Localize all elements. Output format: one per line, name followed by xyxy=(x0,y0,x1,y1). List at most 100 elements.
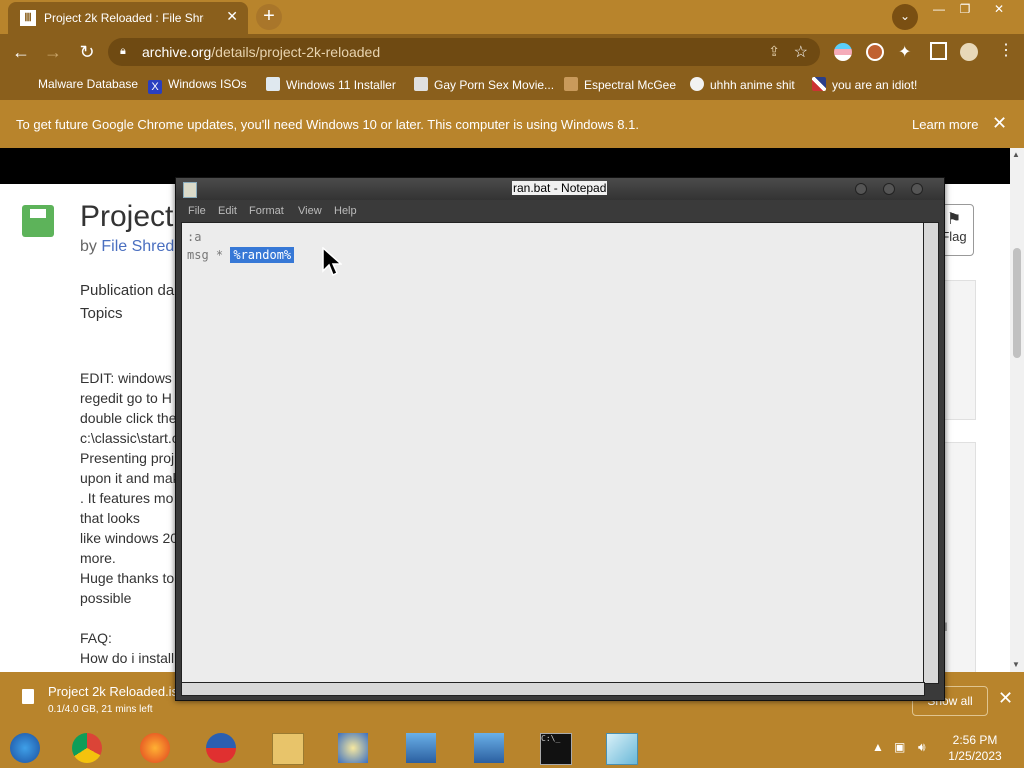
infobar-close-icon[interactable]: ✕ xyxy=(992,113,1007,134)
notepad-maximize-button[interactable] xyxy=(883,183,895,195)
body-line: How do i install xyxy=(80,650,175,666)
body-line: regedit go to H xyxy=(80,390,172,406)
faq-heading: FAQ: xyxy=(80,630,112,646)
archive-favicon-icon: Ⅲ xyxy=(20,10,36,26)
notepad-minimize-button[interactable] xyxy=(855,183,867,195)
bookmarks-bar: Malware Database X Windows ISOs Windows 1… xyxy=(0,70,1024,100)
notepad-icon xyxy=(183,182,197,198)
body-line: . It features mo xyxy=(80,490,174,506)
share-icon[interactable]: ⇪ xyxy=(768,43,780,60)
body-line: c:\classic\start.c xyxy=(80,430,179,446)
body-line: more. xyxy=(80,550,116,566)
notepad-taskbar-icon[interactable] xyxy=(606,733,638,765)
download-filename[interactable]: Project 2k Reloaded.is xyxy=(48,684,178,699)
extension-flag-icon[interactable] xyxy=(834,43,852,61)
text-line: msg * %random% xyxy=(187,246,295,264)
anime-face-icon xyxy=(690,77,704,91)
body-line: upon it and mak xyxy=(80,470,180,486)
scroll-up-icon[interactable]: ▲ xyxy=(1012,150,1020,159)
bookmark-star-icon[interactable]: ☆ xyxy=(794,42,808,62)
mouse-cursor-icon xyxy=(322,247,342,277)
notepad-text-area[interactable]: :a msg * %random% xyxy=(181,222,925,684)
tab-search-button[interactable]: ⌄ xyxy=(892,4,918,30)
network-tray-icon[interactable]: ▣ xyxy=(894,740,905,754)
volume-tray-icon[interactable]: 🔊︎ xyxy=(918,740,926,755)
body-line: Presenting proj xyxy=(80,450,175,466)
avatar-icon xyxy=(564,77,578,91)
page-scrollbar[interactable] xyxy=(1010,148,1024,672)
notepad-title: ran.bat - Notepad xyxy=(512,181,608,195)
close-window-icon[interactable]: ✕ xyxy=(988,1,1010,17)
restore-icon[interactable]: ❐ xyxy=(954,1,976,17)
disc-icon xyxy=(414,77,428,91)
notepad-vertical-scrollbar[interactable] xyxy=(923,222,939,684)
file-explorer-taskbar-icon[interactable] xyxy=(272,733,304,765)
chrome-menu-icon[interactable]: ⋮ xyxy=(998,40,1014,60)
notepad-close-button[interactable] xyxy=(911,183,923,195)
clock-date[interactable]: 1/25/2023 xyxy=(930,749,1020,763)
reload-icon[interactable]: ↻ xyxy=(76,42,98,64)
bookmark-gay-porn-sex-movie[interactable]: Gay Porn Sex Movie... xyxy=(414,77,554,92)
infobar-message: To get future Google Chrome updates, you… xyxy=(16,117,639,132)
notepad-titlebar[interactable]: ran.bat - Notepad xyxy=(176,178,944,200)
body-line: possible xyxy=(80,590,132,606)
chrome-taskbar-icon[interactable] xyxy=(72,733,102,763)
body-line: like windows 20 xyxy=(80,530,179,546)
remote-desktop-taskbar-icon[interactable] xyxy=(406,733,436,763)
menu-file[interactable]: File xyxy=(188,205,206,217)
scroll-down-icon[interactable]: ▼ xyxy=(1012,660,1020,669)
text-fragment: msg * xyxy=(187,248,231,262)
cmd-taskbar-icon[interactable]: C:\_ xyxy=(540,733,572,765)
network-taskbar-icon[interactable] xyxy=(338,733,368,763)
new-tab-button[interactable]: + xyxy=(256,4,282,30)
bookmark-malware-database[interactable]: Malware Database xyxy=(38,77,138,91)
side-panel-icon[interactable] xyxy=(930,42,947,60)
tray-expand-icon[interactable]: ▲ xyxy=(872,740,884,754)
selected-text: %random% xyxy=(230,247,295,263)
notepad-window: ran.bat - Notepad File Edit Format View … xyxy=(175,177,945,701)
forward-icon[interactable]: → xyxy=(42,42,64,64)
bookmark-windows-11-installer[interactable]: Windows 11 Installer xyxy=(266,77,396,92)
page-scrollbar-thumb[interactable] xyxy=(1013,248,1021,358)
profile-avatar-icon[interactable] xyxy=(960,43,978,61)
tab-title: Project 2k Reloaded : File Shredder xyxy=(44,11,204,25)
extensions-puzzle-icon[interactable]: ✦ xyxy=(898,42,911,62)
notepad-menubar: File Edit Format View Help xyxy=(176,202,944,220)
body-line: EDIT: windows xyxy=(80,370,172,386)
body-line: that looks xyxy=(80,510,140,526)
bookmark-you-are-an-idiot[interactable]: you are an idiot! xyxy=(812,77,917,92)
address-bar[interactable]: 🔒︎ archive.org/details/project-2k-reload… xyxy=(108,38,820,66)
notepad-horizontal-scrollbar[interactable] xyxy=(181,682,925,696)
byline: by File Shred xyxy=(80,238,175,255)
body-line: Huge thanks to xyxy=(80,570,175,586)
lock-icon[interactable]: 🔒︎ xyxy=(120,45,130,57)
menu-help[interactable]: Help xyxy=(334,205,357,217)
bookmark-uhhh-anime-shit[interactable]: uhhh anime shit xyxy=(690,77,795,92)
browser-tab[interactable]: Ⅲ Project 2k Reloaded : File Shredder ✕ xyxy=(8,2,248,34)
menu-edit[interactable]: Edit xyxy=(218,205,237,217)
download-bar-close-icon[interactable]: ✕ xyxy=(998,688,1013,709)
file-icon xyxy=(22,689,34,704)
download-status: 0.1/4.0 GB, 21 mins left xyxy=(48,704,153,715)
side-panel-box xyxy=(942,442,976,674)
author-link[interactable]: File Shred xyxy=(101,238,174,255)
bookmark-espectral-mcgee[interactable]: Espectral McGee xyxy=(564,77,676,92)
side-panel-box xyxy=(942,280,976,420)
remote-desktop-taskbar-icon[interactable] xyxy=(474,733,504,763)
firefox-taskbar-icon[interactable] xyxy=(140,733,170,763)
text-line: :a xyxy=(187,230,202,244)
clock-time[interactable]: 2:56 PM xyxy=(930,733,1020,747)
url-text[interactable]: archive.org/details/project-2k-reloaded xyxy=(142,44,380,60)
image-icon xyxy=(266,77,280,91)
start-button-icon[interactable] xyxy=(10,733,40,763)
bookmark-windows-isos[interactable]: X Windows ISOs xyxy=(148,77,247,94)
obama-logo-taskbar-icon[interactable] xyxy=(206,733,236,763)
tab-close-icon[interactable]: ✕ xyxy=(226,8,238,25)
learn-more-link[interactable]: Learn more xyxy=(912,117,978,132)
minimize-icon[interactable]: — xyxy=(928,1,950,17)
extension-avatar-icon[interactable] xyxy=(866,43,884,61)
back-icon[interactable]: ← xyxy=(10,42,32,64)
body-line: double click the xyxy=(80,410,177,426)
menu-format[interactable]: Format xyxy=(249,205,284,217)
menu-view[interactable]: View xyxy=(298,205,322,217)
